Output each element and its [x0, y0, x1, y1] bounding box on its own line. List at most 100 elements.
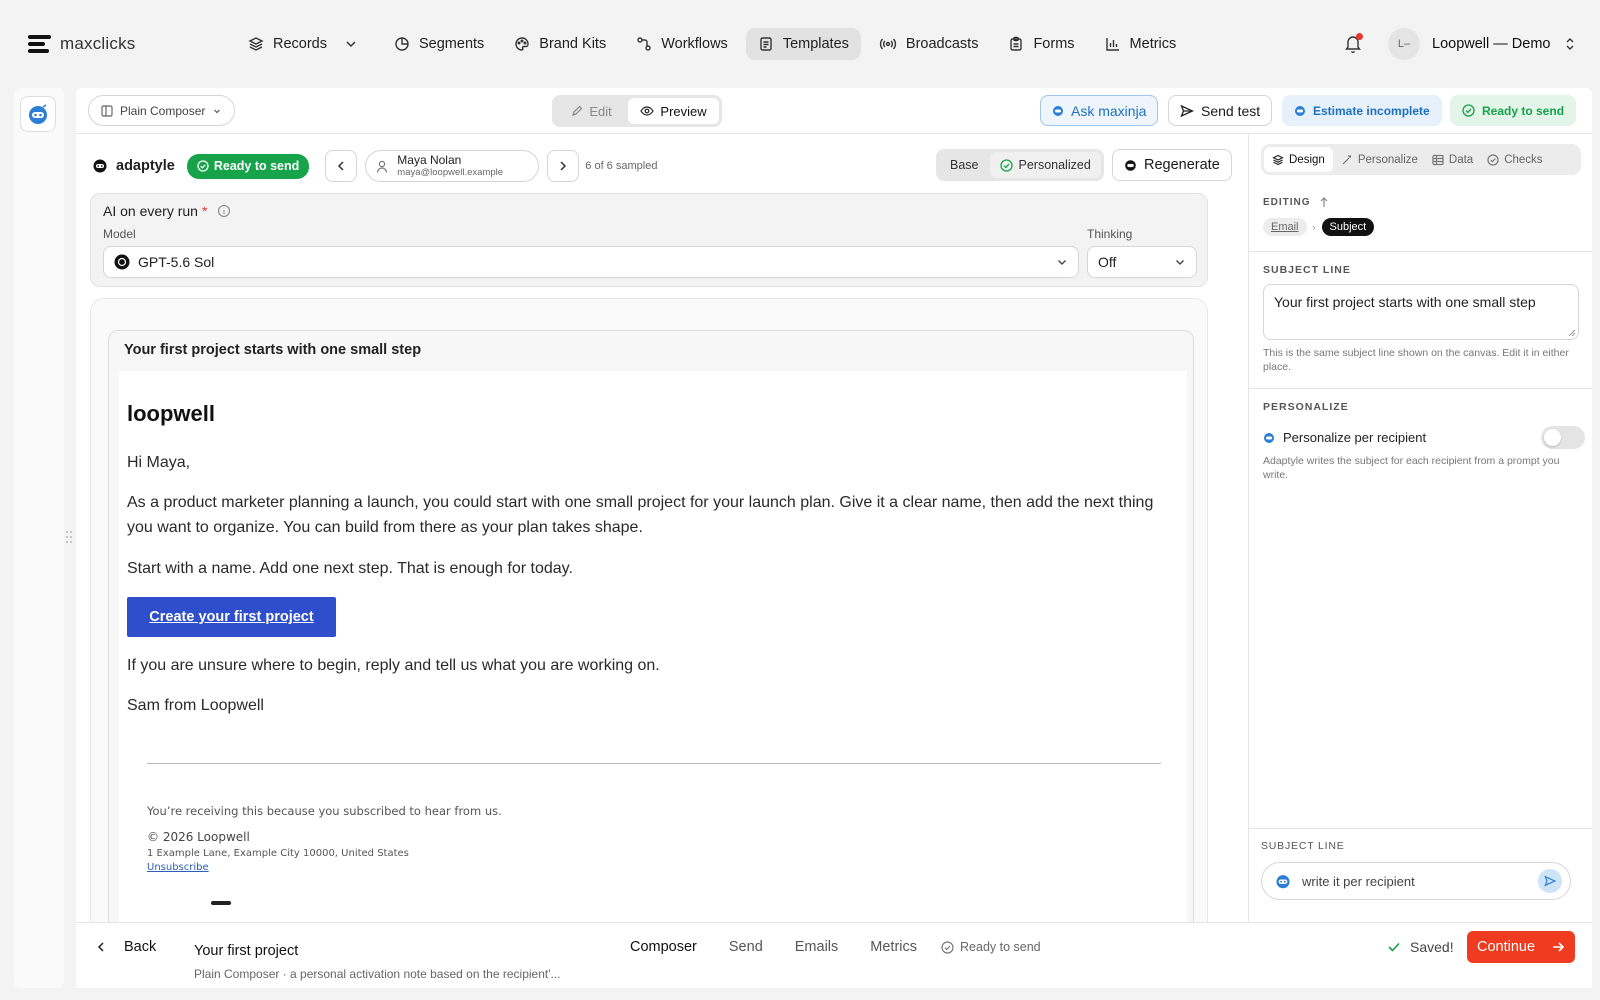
main-panel: Plain Composer Edit Preview Ask maxinja …	[76, 88, 1592, 988]
brand-name: maxclicks	[60, 34, 136, 53]
inspector-panel: Design Personalize Data Checks EDITING E…	[1248, 134, 1592, 944]
adaptyle-icon	[93, 159, 107, 173]
drag-handle-icon	[66, 531, 72, 543]
nav-forms[interactable]: Forms	[996, 28, 1086, 60]
robot-icon	[29, 104, 47, 124]
next-recipient-button[interactable]	[547, 150, 580, 182]
unsubscribe-link[interactable]: Unsubscribe	[147, 862, 209, 873]
personalize-note: Adaptyle writes the subject for each rec…	[1263, 455, 1560, 481]
continue-button[interactable]: Continue	[1467, 931, 1575, 963]
base-tab[interactable]: Base	[939, 152, 990, 178]
prompt-send-button[interactable]	[1538, 869, 1562, 893]
thinking-select[interactable]: Off	[1087, 246, 1197, 278]
prompt-input[interactable]: write it per recipient	[1261, 862, 1571, 900]
nav-metrics[interactable]: Metrics	[1093, 28, 1189, 60]
robot-icon	[1276, 875, 1290, 889]
regenerate-button[interactable]: Regenerate	[1112, 149, 1232, 181]
cta-label: Create your first project	[149, 609, 314, 625]
tab-design[interactable]: Design	[1264, 147, 1333, 172]
section-divider	[1249, 251, 1592, 252]
chevron-down-icon	[346, 41, 356, 48]
nav-broadcasts[interactable]: Broadcasts	[867, 28, 991, 60]
account-switcher[interactable]: L– Loopwell — Demo	[1388, 28, 1576, 60]
chevron-up-down-icon	[1566, 38, 1574, 50]
clipboard-icon	[1010, 36, 1023, 51]
personalized-tab[interactable]: Personalized	[989, 152, 1101, 178]
nav-segments[interactable]: Segments	[382, 28, 496, 60]
avatar: L–	[1388, 28, 1420, 60]
prev-recipient-button[interactable]	[325, 150, 358, 182]
arrow-up-icon[interactable]	[1319, 196, 1329, 208]
model-select[interactable]: GPT-5.6 Sol	[103, 246, 1079, 278]
tab-checks[interactable]: Checks	[1481, 147, 1548, 172]
cta-button[interactable]: Create your first project	[127, 597, 336, 637]
nav-workflows[interactable]: Workflows	[624, 28, 740, 60]
palette-icon	[515, 37, 529, 51]
ready-label: Ready to send	[1482, 103, 1565, 118]
app-logo[interactable]: maxclicks	[28, 34, 135, 54]
nav-label: Broadcasts	[905, 36, 979, 52]
nav-label: Brand Kits	[539, 36, 607, 52]
notification-dot	[1356, 33, 1363, 40]
tab-label: Design	[1289, 153, 1325, 166]
send-test-button[interactable]: Send test	[1168, 95, 1273, 126]
tab-label: Personalize	[1357, 153, 1418, 166]
personalize-toggle-label: Personalize per recipient	[1283, 430, 1427, 445]
nav-label: Forms	[1033, 36, 1075, 52]
crumb-email[interactable]: Email	[1263, 218, 1307, 236]
editing-label: EDITING	[1263, 196, 1311, 208]
tab-personalize[interactable]: Personalize	[1335, 147, 1424, 172]
personalize-toggle[interactable]	[1541, 426, 1585, 449]
crumb-subject[interactable]: Subject	[1321, 218, 1375, 236]
thinking-value: Off	[1098, 254, 1117, 270]
inspector-tabs: Design Personalize Data Checks	[1261, 144, 1581, 175]
email-greeting: Hi Maya,	[127, 454, 191, 471]
view-toggle: Edit Preview	[552, 95, 722, 127]
assistant-button[interactable]	[20, 96, 56, 132]
prompt-label: SUBJECT LINE	[1261, 840, 1345, 852]
resize-handle[interactable]	[65, 530, 73, 544]
tab-data[interactable]: Data	[1426, 147, 1479, 172]
edit-tab[interactable]: Edit	[555, 98, 628, 124]
personalize-label: PERSONALIZE	[1263, 401, 1349, 413]
tab-emails[interactable]: Emails	[795, 939, 839, 955]
tab-send[interactable]: Send	[729, 939, 763, 955]
nav-records[interactable]: Records	[236, 28, 370, 60]
personalize-row: Personalize per recipient	[1263, 426, 1585, 449]
pencil-icon	[572, 105, 583, 116]
personalized-label: Personalized	[1018, 158, 1091, 172]
notifications-button[interactable]	[1344, 33, 1363, 54]
nav-label: Records	[273, 36, 327, 52]
nav-templates[interactable]: Templates	[745, 28, 861, 60]
subject-textarea[interactable]: Your first project starts with one small…	[1263, 284, 1579, 340]
table-icon	[1432, 154, 1444, 165]
estimate-label: Estimate incomplete	[1313, 103, 1430, 118]
chevron-down-icon	[1176, 260, 1184, 265]
check-circle-icon	[941, 940, 954, 954]
check-circle-icon	[197, 160, 209, 172]
ready-to-send-status[interactable]: Ready to send	[1450, 95, 1577, 126]
breadcrumb: Email › Subject	[1263, 218, 1375, 236]
prompt-value: write it per recipient	[1302, 873, 1415, 889]
tab-metrics[interactable]: Metrics	[870, 939, 917, 955]
recipient-selector[interactable]: Maya Nolan maya@loopwell.example	[365, 150, 540, 182]
footer-status: Ready to send	[941, 940, 1041, 954]
columns-icon	[101, 104, 113, 117]
email-footer-divider	[147, 763, 1161, 764]
send-icon	[1544, 875, 1556, 887]
footer-copyright: © 2026 Loopwell	[147, 830, 250, 844]
nav-brand-kits[interactable]: Brand Kits	[502, 28, 618, 60]
back-button[interactable]: Back	[96, 927, 156, 967]
composer-select[interactable]: Plain Composer	[88, 95, 236, 126]
ask-assistant-button[interactable]: Ask maxinja	[1040, 95, 1159, 126]
pie-icon	[395, 37, 409, 51]
ai-title-row: AI on every run *	[103, 203, 231, 219]
preview-tab[interactable]: Preview	[628, 98, 719, 124]
top-navigation: maxclicks Records Segments Brand Kits Wo…	[0, 0, 1600, 88]
recipient-name: Maya Nolan	[397, 153, 462, 167]
menu-logo-icon	[28, 35, 51, 53]
check-circle-icon	[1487, 153, 1499, 166]
tab-composer[interactable]: Composer	[630, 939, 697, 955]
estimate-button[interactable]: Estimate incomplete	[1282, 95, 1442, 126]
email-paragraph: If you are unsure where to begin, reply …	[127, 657, 660, 674]
